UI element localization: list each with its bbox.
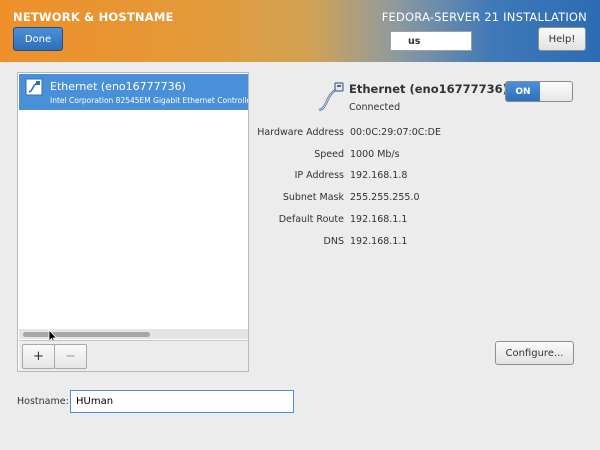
device-list-toolbar: + − [19, 340, 248, 371]
hardware-address-label: Hardware Address [257, 127, 344, 138]
installation-title: FEDORA-SERVER 21 INSTALLATION [381, 10, 587, 24]
remove-device-button[interactable]: − [54, 344, 87, 369]
spoke-title: NETWORK & HOSTNAME [13, 10, 174, 24]
device-list-item-description: Intel Corporation 82545EM Gigabit Ethern… [50, 96, 248, 105]
configure-button[interactable]: Configure... [495, 341, 574, 365]
device-status: Connected [349, 102, 401, 113]
hardware-address-value: 00:0C:29:07:0C:DE [350, 127, 441, 138]
ip-address-label: IP Address [294, 170, 344, 181]
dns-value: 192.168.1.1 [350, 236, 408, 247]
hostname-input[interactable] [70, 390, 294, 413]
default-route-label: Default Route [278, 214, 344, 225]
header-bar: NETWORK & HOSTNAME Done FEDORA-SERVER 21… [0, 0, 600, 62]
default-route-value: 192.168.1.1 [350, 214, 408, 225]
toggle-on-label: ON [506, 82, 540, 101]
subnet-mask-label: Subnet Mask [282, 192, 344, 203]
device-list-item-name: Ethernet (eno16777736) [50, 80, 186, 93]
help-button[interactable]: Help! [538, 27, 586, 51]
scrollbar-thumb[interactable] [23, 332, 150, 337]
device-toggle-switch[interactable]: ON [505, 81, 573, 102]
keyboard-layout-label: us [408, 35, 421, 47]
device-list-panel: Ethernet (eno16777736) Intel Corporation… [17, 72, 249, 372]
speed-label: Speed [314, 149, 344, 160]
done-button[interactable]: Done [13, 27, 63, 51]
add-device-button[interactable]: + [22, 344, 55, 369]
network-wired-icon [318, 82, 344, 112]
subnet-mask-value: 255.255.255.0 [350, 192, 420, 203]
hostname-label: Hostname: [17, 396, 69, 407]
network-wired-icon [25, 78, 43, 96]
ip-address-value: 192.168.1.8 [350, 170, 408, 181]
dns-label: DNS [323, 236, 344, 247]
device-list-item[interactable]: Ethernet (eno16777736) Intel Corporation… [19, 74, 248, 110]
speed-value: 1000 Mb/s [350, 149, 400, 160]
device-name: Ethernet (eno16777736) [349, 82, 508, 96]
keyboard-layout-indicator[interactable]: us [390, 31, 472, 51]
